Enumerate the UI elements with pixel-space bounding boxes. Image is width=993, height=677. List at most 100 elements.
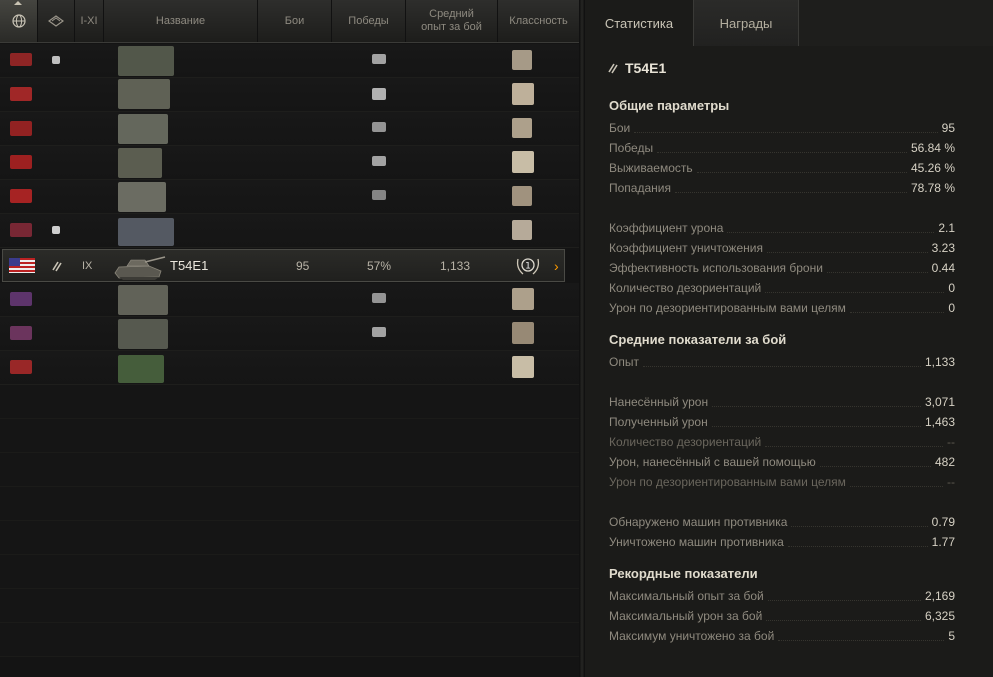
stat-row: Коэффициент уничтожения 3.23	[609, 238, 955, 258]
nation-flag-icon	[10, 189, 32, 203]
mastery-cell: 1	[515, 250, 541, 281]
stat-label: Урон по дезориентированным вами целям	[609, 475, 846, 489]
stat-value: 45.26 %	[910, 161, 955, 175]
nation-flag-icon	[10, 326, 32, 340]
stat-value: 1,133	[924, 355, 955, 369]
empty-row	[0, 521, 579, 555]
name-header-label: Название	[155, 14, 206, 27]
type-cell	[51, 250, 63, 281]
stat-value: 1.77	[931, 535, 955, 549]
empty-row	[0, 555, 579, 589]
stat-value: 0	[948, 301, 955, 315]
vehicle-row-obscured[interactable]	[0, 112, 579, 146]
vehicle-row-obscured[interactable]	[0, 44, 579, 78]
stat-label: Коэффициент урона	[609, 221, 724, 235]
nation-cell	[9, 250, 35, 281]
vehicle-row-obscured[interactable]	[0, 180, 579, 214]
stat-row: Обнаружено машин противника 0.79	[609, 512, 955, 532]
stat-value: 0	[948, 281, 955, 295]
stat-label: Попадания	[609, 181, 671, 195]
stat-value: --	[947, 475, 955, 489]
avg-xp-value: 1,133	[440, 258, 471, 273]
stat-label: Эффективность использования брони	[609, 261, 823, 275]
stat-label: Опыт	[609, 355, 639, 369]
empty-row	[0, 453, 579, 487]
stat-value: 6,325	[924, 609, 955, 623]
tank-image	[118, 182, 166, 212]
vehicle-row-obscured[interactable]	[0, 283, 579, 317]
mastery-badge-icon	[512, 356, 534, 378]
stat-value: 1,463	[924, 415, 955, 429]
stat-row: Урон по дезориентированным вами целям 0	[609, 298, 955, 318]
stat-row: Урон, нанесённый с вашей помощью 482	[609, 452, 955, 472]
globe-icon	[11, 14, 26, 28]
mastery-badge-icon	[512, 288, 534, 310]
empty-row	[0, 419, 579, 453]
stat-row: Опыт 1,133	[609, 352, 955, 372]
stat-row: Полученный урон 1,463	[609, 412, 955, 432]
stat-label: Максимальный урон за бой	[609, 609, 763, 623]
tank-image	[118, 319, 168, 349]
stat-row: Бои 95	[609, 118, 955, 138]
stat-row: Выживаемость 45.26 %	[609, 158, 955, 178]
tank-image	[118, 148, 162, 178]
vehicle-row-obscured[interactable]	[0, 351, 579, 385]
nation-flag-icon	[10, 360, 32, 374]
medium-tank-icon	[52, 261, 62, 271]
tank-image	[114, 255, 166, 280]
stat-value: 3.23	[931, 241, 955, 255]
column-header-bar: I-XI Название Бои Победы Средний опыт за…	[0, 0, 579, 43]
tank-type-icon	[48, 15, 64, 27]
stat-value: --	[947, 435, 955, 449]
wins-header-label: Победы	[348, 14, 389, 27]
nation-flag-icon	[10, 223, 32, 237]
stat-row: Количество дезориентаций --	[609, 432, 955, 452]
stat-label: Максимум уничтожено за бой	[609, 629, 775, 643]
stat-value: 2.1	[938, 221, 955, 235]
sort-by-battles-button[interactable]: Бои	[258, 0, 332, 42]
mastery-badge-icon	[512, 186, 532, 206]
stat-label: Обнаружено машин противника	[609, 515, 788, 529]
empty-row	[0, 623, 579, 657]
stat-row: Нанесённый урон 3,071	[609, 392, 955, 412]
tab-bar: Статистика Награды	[585, 0, 993, 46]
sort-by-mastery-button[interactable]: Классность	[498, 0, 579, 42]
sort-by-nation-button[interactable]	[0, 0, 38, 42]
mastery-header-label: Классность	[509, 14, 568, 27]
stat-value: 0.44	[931, 261, 955, 275]
vehicle-row-obscured[interactable]	[0, 214, 579, 248]
wins-value: 57%	[367, 258, 392, 273]
sort-by-avg-xp-button[interactable]: Средний опыт за бой	[406, 0, 498, 42]
mastery-badge-icon: 1	[516, 257, 540, 274]
avg-xp-header-label: Средний опыт за бой	[421, 8, 482, 33]
tab-statistics[interactable]: Статистика	[585, 0, 693, 46]
empty-row	[0, 589, 579, 623]
stat-value: 482	[934, 455, 955, 469]
stat-row: Коэффициент урона 2.1	[609, 218, 955, 238]
wins-value-obscured	[372, 293, 386, 303]
tab-awards[interactable]: Награды	[693, 0, 799, 46]
nation-flag-icon	[10, 87, 32, 101]
vehicle-row-obscured[interactable]	[0, 317, 579, 351]
sort-by-tier-button[interactable]: I-XI	[75, 0, 104, 42]
tank-name: T54E1	[170, 258, 209, 273]
vehicle-row-obscured[interactable]	[0, 78, 579, 112]
wins-value-obscured	[372, 156, 386, 166]
stat-value: 3,071	[924, 395, 955, 409]
tier-header-label: I-XI	[80, 14, 98, 27]
tank-image	[118, 79, 170, 109]
mastery-badge-icon	[512, 322, 534, 344]
sort-by-wins-button[interactable]: Победы	[332, 0, 406, 42]
vehicle-row-obscured[interactable]	[0, 146, 579, 180]
vehicle-row-selected[interactable]: IX T54E1 95 57% 1,133 1 ›	[2, 249, 565, 282]
mastery-badge-icon	[512, 118, 532, 138]
mastery-level: 1	[525, 261, 531, 271]
nation-flag-icon	[10, 155, 32, 169]
chevron-right-icon[interactable]: ›	[554, 250, 559, 281]
sort-by-name-button[interactable]: Название	[104, 0, 258, 42]
stat-label: Выживаемость	[609, 161, 693, 175]
sort-by-type-button[interactable]	[38, 0, 75, 42]
tank-image	[118, 114, 168, 144]
stat-value: 95	[941, 121, 955, 135]
stat-row: Максимальный опыт за бой 2,169	[609, 586, 955, 606]
